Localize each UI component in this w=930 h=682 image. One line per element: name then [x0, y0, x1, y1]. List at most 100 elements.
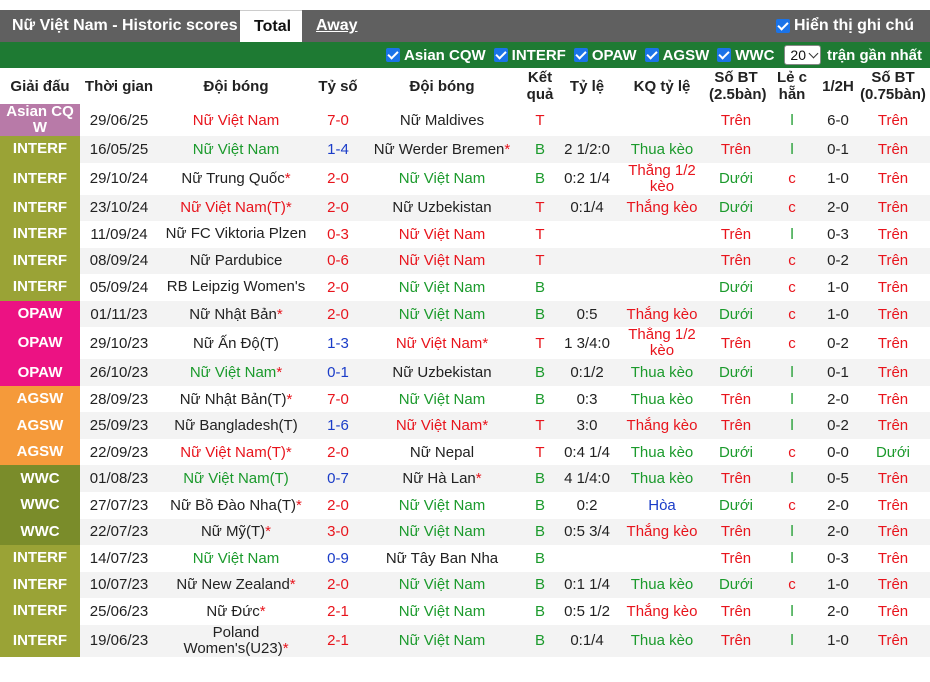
home-team-cell[interactable]: Nữ Nhật Bản* [158, 300, 314, 328]
over-under-cell: Trên [708, 518, 764, 546]
checkbox-icon[interactable] [385, 47, 400, 62]
checkbox-icon[interactable] [717, 47, 732, 62]
over-under-075-cell: Trên [856, 274, 930, 301]
date-cell: 29/06/25 [80, 104, 158, 136]
away-team-cell[interactable]: Nữ Uzbekistan [362, 194, 522, 222]
home-team-cell[interactable]: Nữ New Zealand* [158, 571, 314, 599]
score-cell: 2-0 [314, 194, 362, 222]
home-team-cell[interactable]: Nữ Mỹ(T)* [158, 518, 314, 546]
odd-even-cell: c [764, 300, 820, 328]
home-team-cell[interactable]: Nữ Việt Nam [158, 104, 314, 136]
date-cell: 25/09/23 [80, 412, 158, 439]
score-cell: 2-1 [314, 598, 362, 625]
over-under-075-cell: Trên [856, 492, 930, 519]
tab-away[interactable]: Away [302, 10, 362, 42]
home-team-cell[interactable]: Nữ Đức* [158, 598, 314, 625]
filter-asian-cqw[interactable]: Asian CQW [385, 47, 486, 64]
home-team-cell[interactable]: Nữ Việt Nam [158, 136, 314, 163]
home-team-cell[interactable]: Nữ FC Viktoria Plzen [158, 221, 314, 248]
filter-agsw[interactable]: AGSW [644, 47, 709, 64]
favorite-marker: * [285, 199, 292, 217]
over-under-cell: Dưới [708, 274, 764, 301]
odds-cell: 0:1/4 [558, 194, 616, 222]
tab-total[interactable]: Total [240, 10, 302, 42]
away-team-cell[interactable]: Nữ Nepal [362, 438, 522, 466]
over-under-075-cell: Trên [856, 571, 930, 599]
odds-result-cell [616, 274, 708, 301]
date-cell: 29/10/23 [80, 327, 158, 360]
away-team-cell[interactable]: Nữ Việt Nam [362, 300, 522, 328]
result-cell: B [522, 545, 558, 572]
away-team-cell[interactable]: Nữ Maldives [362, 104, 522, 136]
away-team-cell[interactable]: Nữ Việt Nam* [362, 412, 522, 439]
away-team-cell[interactable]: Nữ Uzbekistan [362, 359, 522, 386]
checkbox-icon[interactable] [493, 47, 508, 62]
home-team-cell[interactable]: Nữ Việt Nam [158, 545, 314, 572]
away-team-cell[interactable]: Nữ Việt Nam [362, 221, 522, 248]
home-team-cell[interactable]: Nữ Bangladesh(T) [158, 412, 314, 439]
competition-cell: INTERF [0, 274, 80, 301]
over-under-075-cell: Trên [856, 300, 930, 328]
home-team-cell[interactable]: Nữ Việt Nam* [158, 359, 314, 386]
over-under-075-cell: Dưới [856, 438, 930, 466]
checkbox-icon[interactable] [573, 47, 588, 62]
odds-cell: 0:3 [558, 385, 616, 413]
favorite-marker: * [289, 576, 296, 594]
filter-wwc[interactable]: WWC [717, 47, 774, 64]
result-cell: B [522, 359, 558, 386]
date-cell: 22/07/23 [80, 518, 158, 546]
away-team-cell[interactable]: Nữ Tây Ban Nha [362, 545, 522, 572]
competition-cell: INTERF [0, 194, 80, 222]
result-cell: B [522, 571, 558, 599]
half-time-cell: 0-3 [820, 221, 856, 248]
away-team-cell[interactable]: Nữ Việt Nam [362, 385, 522, 413]
home-team-cell[interactable]: Nữ Việt Nam(T)* [158, 194, 314, 222]
match-count-select[interactable]: 20 [784, 45, 821, 65]
home-team-cell[interactable]: Nữ Việt Nam(T) [158, 465, 314, 493]
home-team-cell[interactable]: Nữ Việt Nam(T)* [158, 438, 314, 466]
odd-even-cell: c [764, 274, 820, 301]
show-notes-checkbox[interactable] [776, 19, 790, 33]
odds-result-cell [616, 104, 708, 136]
away-team-cell[interactable]: Nữ Việt Nam* [362, 327, 522, 360]
competition-cell: INTERF [0, 136, 80, 163]
home-team-cell[interactable]: Poland Women's(U23)* [158, 624, 314, 657]
away-team-cell[interactable]: Nữ Việt Nam [362, 274, 522, 301]
away-team-cell[interactable]: Nữ Werder Bremen* [362, 136, 522, 163]
table-row: AGSW 28/09/23 Nữ Nhật Bản(T)* 7-0 Nữ Việt Na… [0, 385, 930, 413]
chevron-down-icon [808, 48, 819, 59]
over-under-cell: Trên [708, 598, 764, 625]
over-under-cell: Trên [708, 221, 764, 248]
filter-interf[interactable]: INTERF [493, 47, 566, 64]
competition-cell: OPAW [0, 300, 80, 328]
away-team-cell[interactable]: Nữ Việt Nam [362, 571, 522, 599]
odd-even-cell: c [764, 492, 820, 519]
favorite-marker: * [482, 334, 489, 352]
home-team-cell[interactable]: Nữ Trung Quốc* [158, 162, 314, 195]
away-team-cell[interactable]: Nữ Việt Nam [362, 162, 522, 195]
table-row: INTERF 25/06/23 Nữ Đức* 2-1 Nữ Việt Nam B 0:5 … [0, 598, 930, 625]
home-team-cell[interactable]: Nữ Pardubice [158, 247, 314, 275]
over-under-cell: Trên [708, 412, 764, 439]
away-team-cell[interactable]: Nữ Việt Nam [362, 247, 522, 275]
odds-cell: 0:2 [558, 492, 616, 519]
home-team-cell[interactable]: Nữ Ấn Độ(T) [158, 327, 314, 360]
score-cell: 7-0 [314, 385, 362, 413]
odds-cell: 0:5 1/2 [558, 598, 616, 625]
result-cell: B [522, 162, 558, 195]
half-time-cell: 6-0 [820, 104, 856, 136]
away-team-cell[interactable]: Nữ Việt Nam [362, 518, 522, 546]
home-team-cell[interactable]: Nữ Nhật Bản(T)* [158, 385, 314, 413]
filter-opaw[interactable]: OPAW [573, 47, 637, 64]
home-team-cell[interactable]: RB Leipzig Women's [158, 274, 314, 301]
away-team-cell[interactable]: Nữ Hà Lan* [362, 465, 522, 493]
home-team-cell[interactable]: Nữ Bồ Đào Nha(T)* [158, 492, 314, 519]
result-cell: B [522, 274, 558, 301]
competition-cell: INTERF [0, 221, 80, 248]
checkbox-icon[interactable] [644, 47, 659, 62]
table-row: INTERF 08/09/24 Nữ Pardubice 0-6 Nữ Việt Nam… [0, 247, 930, 275]
away-team-cell[interactable]: Nữ Việt Nam [362, 624, 522, 657]
score-cell: 1-6 [314, 412, 362, 439]
away-team-cell[interactable]: Nữ Việt Nam [362, 598, 522, 625]
away-team-cell[interactable]: Nữ Việt Nam [362, 492, 522, 519]
